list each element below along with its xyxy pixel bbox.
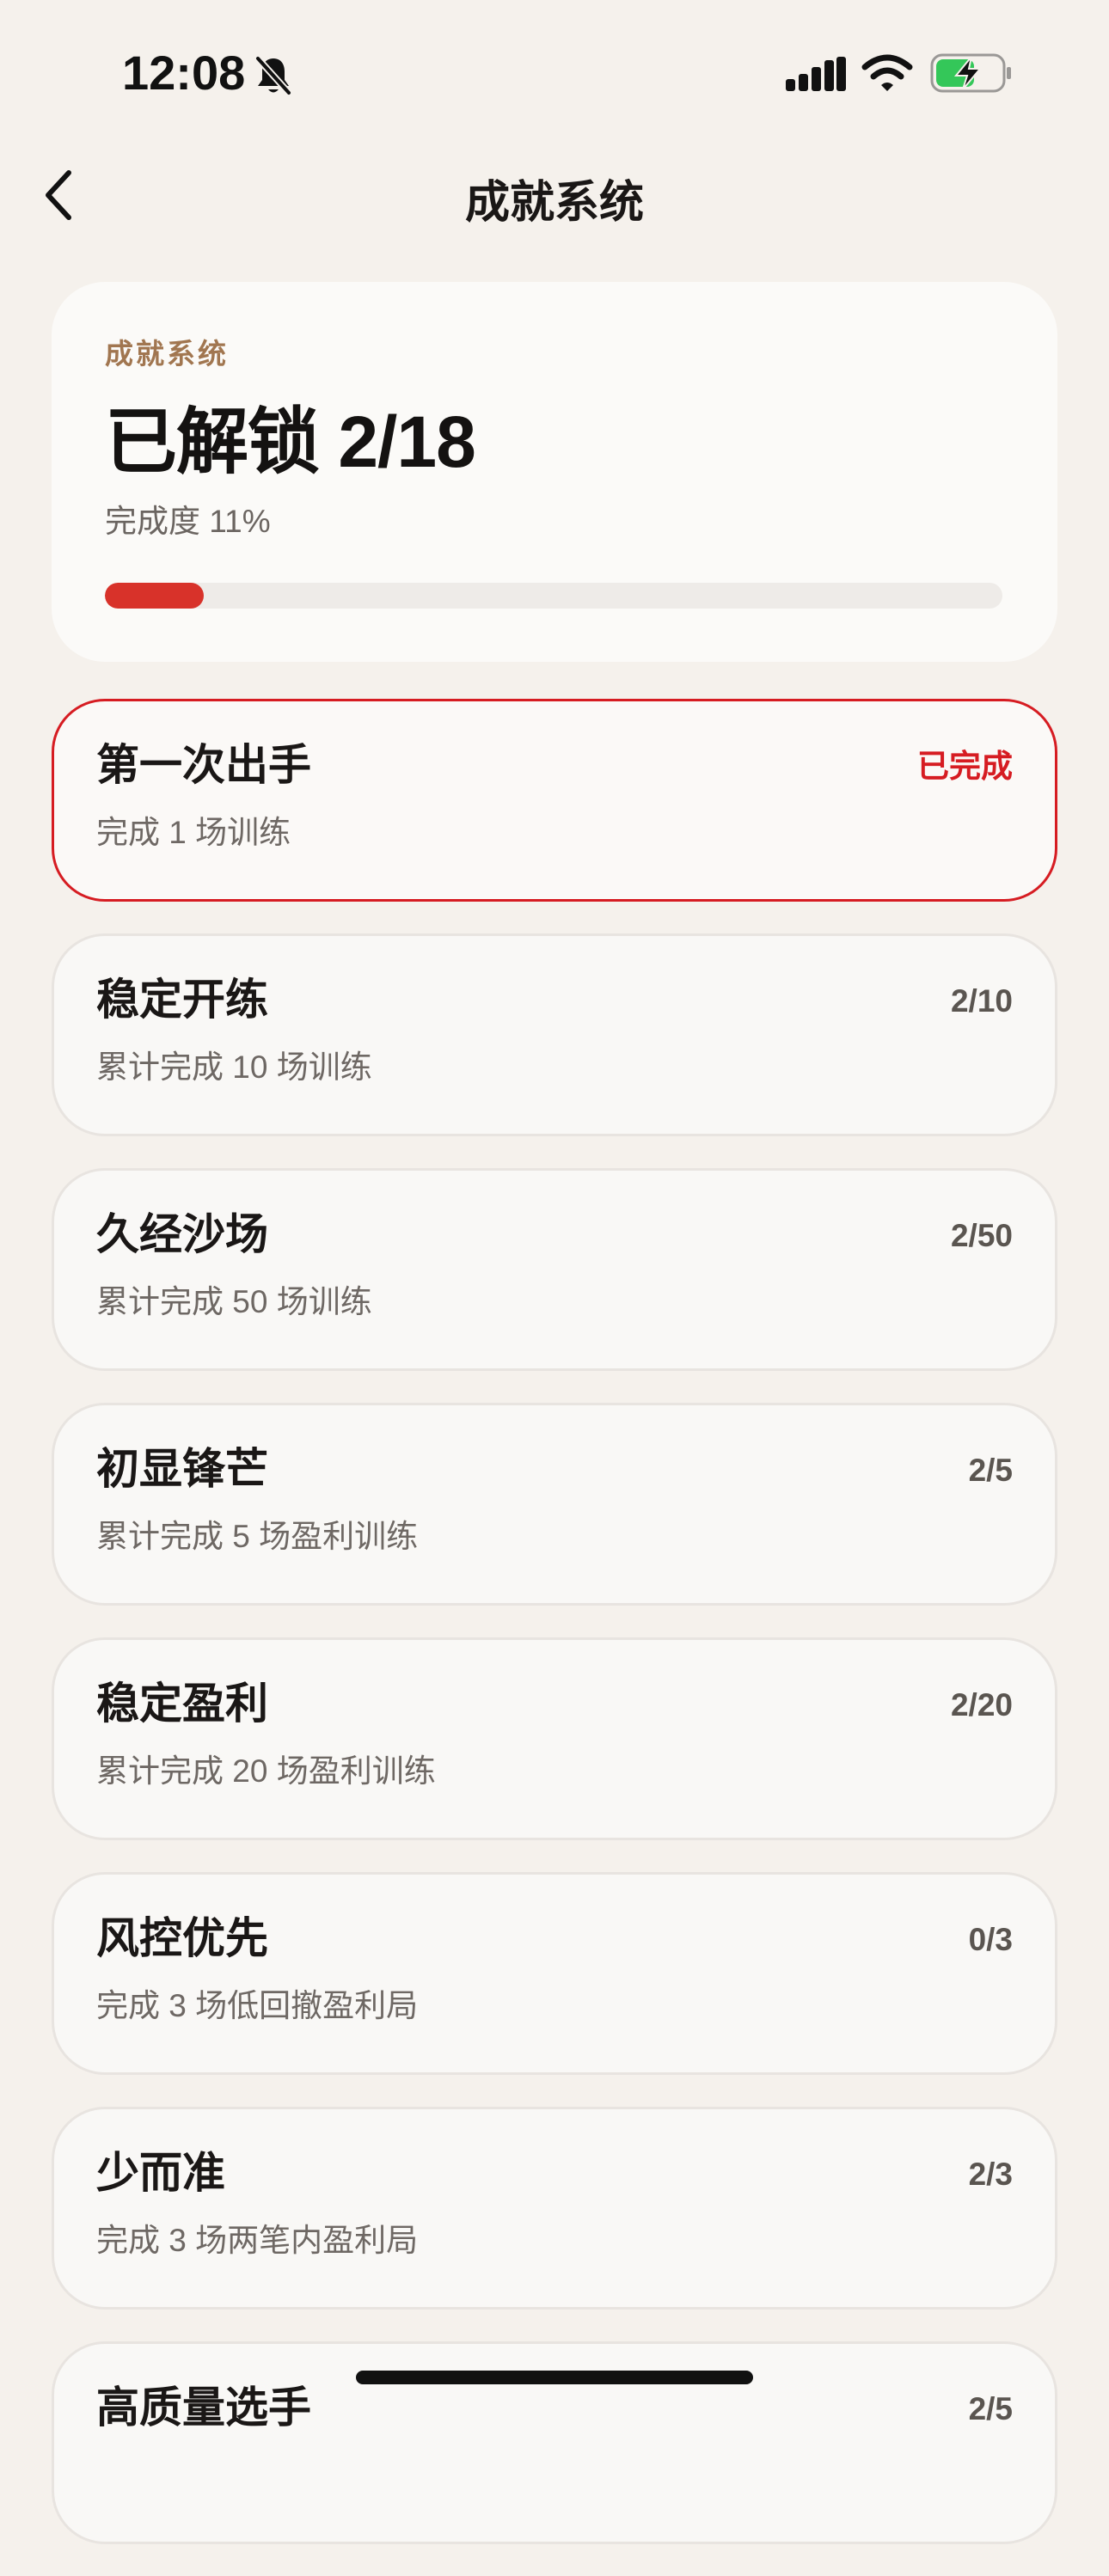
achievement-card[interactable]: 久经沙场累计完成 50 场训练 2/50 bbox=[52, 1168, 1057, 1371]
achievement-card[interactable]: 稳定盈利累计完成 20 场盈利训练 2/20 bbox=[52, 1637, 1057, 1840]
bell-slash-icon bbox=[254, 55, 292, 96]
wifi-icon bbox=[861, 54, 913, 91]
achievement-card[interactable]: 第一次出手完成 1 场训练 已完成 bbox=[52, 699, 1057, 902]
summary-card: 成就系统 已解锁 2/18 完成度 11% bbox=[52, 282, 1057, 662]
achievement-title: 初显锋芒 bbox=[96, 1445, 268, 1493]
achievement-description: 完成 3 场两笔内盈利局 bbox=[96, 2223, 419, 2258]
achievement-description: 累计完成 10 场训练 bbox=[96, 1049, 372, 1085]
achievement-description: 完成 3 场低回撤盈利局 bbox=[96, 1988, 419, 2023]
achievement-progress: 2/10 bbox=[950, 983, 1013, 1019]
achievement-description: 累计完成 20 场盈利训练 bbox=[96, 1753, 436, 1789]
achievement-progress: 2/5 bbox=[968, 2391, 1013, 2426]
achievement-title: 高质量选手 bbox=[96, 2383, 311, 2432]
achievement-progress: 2/5 bbox=[968, 1453, 1013, 1488]
home-indicator bbox=[356, 2371, 753, 2384]
status-time: 12:08 bbox=[122, 46, 246, 100]
achievement-title: 风控优先 bbox=[96, 1914, 268, 1962]
page-title: 成就系统 bbox=[464, 178, 644, 228]
achievement-title: 稳定开练 bbox=[96, 976, 268, 1024]
progress-bar bbox=[105, 583, 1002, 609]
achievement-description: 完成 1 场训练 bbox=[96, 815, 291, 850]
summary-eyebrow: 成就系统 bbox=[105, 338, 229, 370]
achievement-card[interactable]: 稳定开练累计完成 10 场训练 2/10 bbox=[52, 933, 1057, 1136]
achievement-description: 累计完成 50 场训练 bbox=[96, 1284, 372, 1319]
achievement-completed-badge: 已完成 bbox=[917, 749, 1013, 784]
progress-bar-fill bbox=[105, 583, 204, 609]
battery-charging-icon bbox=[930, 53, 1011, 93]
achievement-list: 第一次出手 完成 1 场训练 已完成 稳定开练 累计完成 10 场训练 2/10 久经沙场累… bbox=[52, 699, 1057, 2576]
achievement-description: 累计完成 5 场盈利训练 bbox=[96, 1519, 419, 1554]
achievement-title: 稳定盈利 bbox=[96, 1680, 268, 1728]
unlocked-count: 已解锁 2/18 bbox=[105, 401, 476, 482]
achievement-title: 第一次出手 bbox=[96, 741, 311, 789]
achievement-progress: 0/3 bbox=[968, 1922, 1013, 1957]
achievement-card[interactable]: 初显锋芒累计完成 5 场盈利训练 2/5 bbox=[52, 1403, 1057, 1606]
completion-percent: 完成度 11% bbox=[105, 504, 271, 539]
nav-bar: 成就系统 bbox=[0, 150, 1109, 245]
achievement-progress: 2/20 bbox=[950, 1687, 1013, 1722]
achievement-title: 少而准 bbox=[96, 2149, 225, 2197]
status-bar: 12:08 bbox=[0, 0, 1109, 150]
achievement-card[interactable]: 风控优先完成 3 场低回撤盈利局 0/3 bbox=[52, 1872, 1057, 2075]
achievement-progress: 2/50 bbox=[950, 1218, 1013, 1253]
achievement-progress: 2/3 bbox=[968, 2157, 1013, 2192]
achievement-title: 久经沙场 bbox=[96, 1210, 268, 1258]
achievement-card[interactable]: 少而准完成 3 场两笔内盈利局 2/3 bbox=[52, 2107, 1057, 2310]
signal-icon bbox=[786, 57, 846, 91]
